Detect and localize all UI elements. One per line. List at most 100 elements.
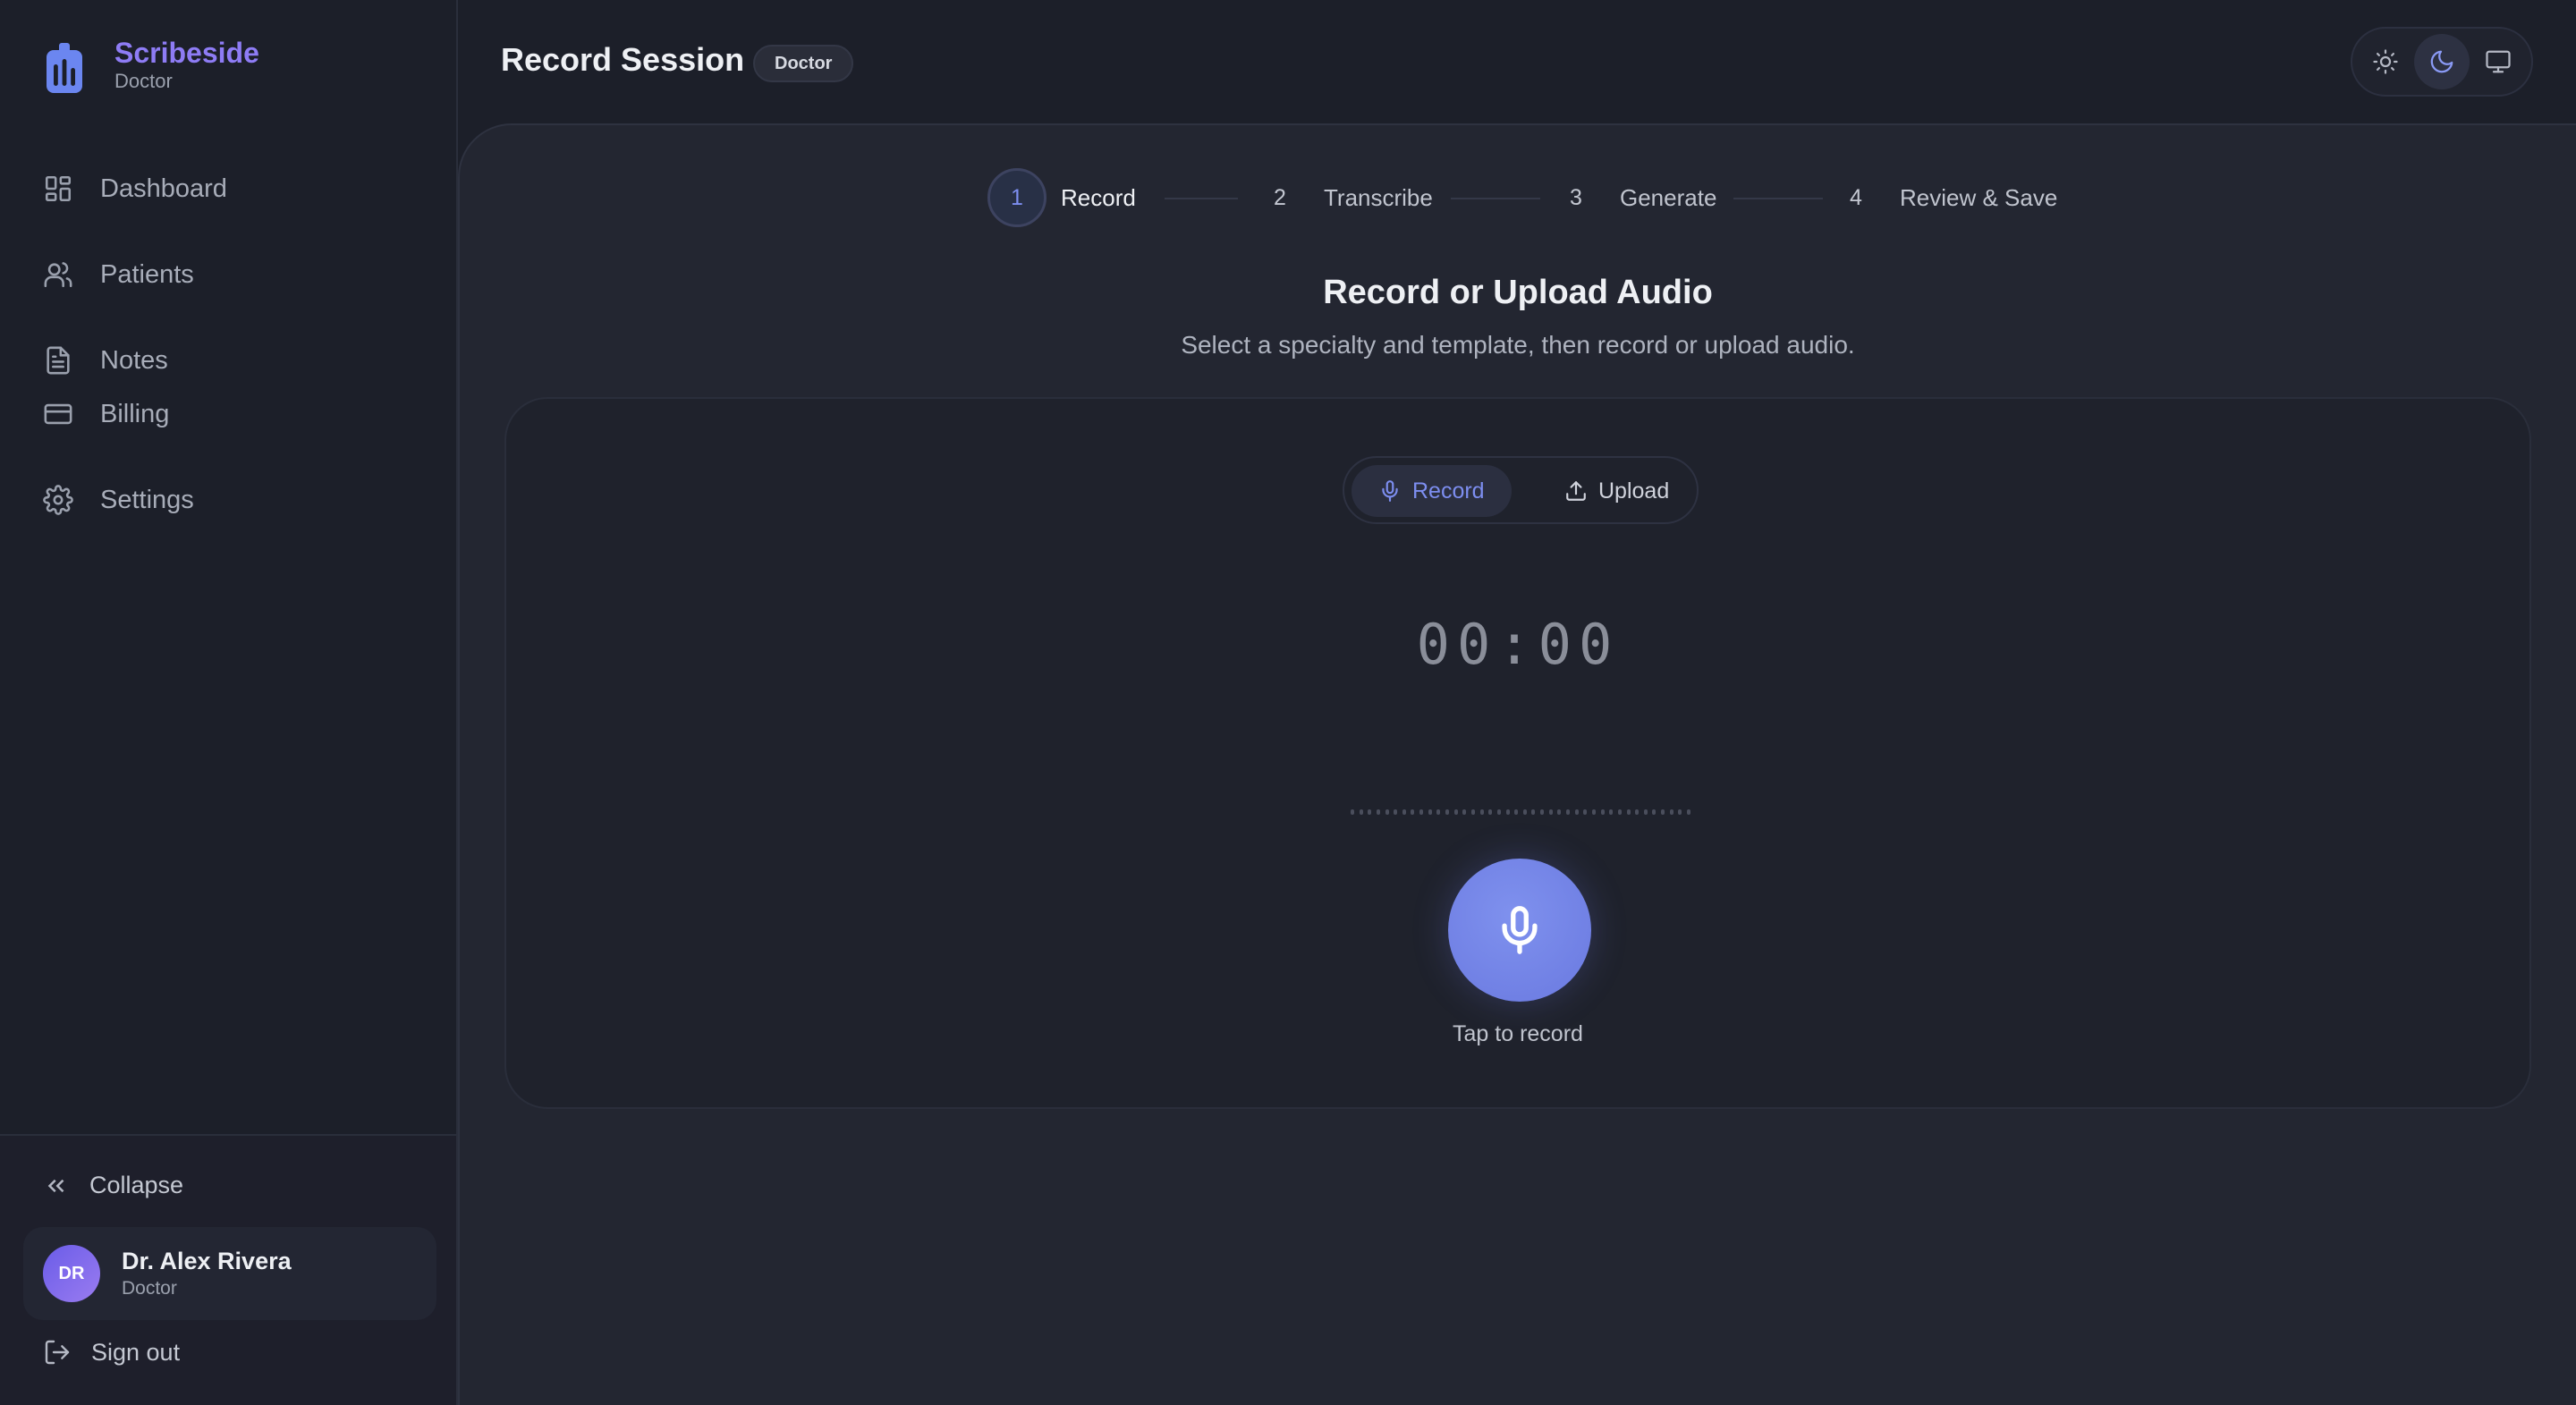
waveform-bar [1540, 809, 1545, 815]
user-name: Dr. Alex Rivera [122, 1248, 292, 1274]
theme-switcher [2351, 27, 2533, 97]
waveform-bar [1626, 809, 1631, 815]
step-connector [1165, 198, 1238, 199]
sidebar-item-label: Billing [100, 399, 170, 428]
waveform-bar [1436, 809, 1441, 815]
waveform-bar [1445, 809, 1450, 815]
mode-upload-button[interactable]: Upload [1545, 465, 1689, 517]
waveform-bar [1505, 809, 1510, 815]
mode-record-label: Record [1412, 478, 1485, 504]
sidebar-item-patients[interactable]: Patients [43, 252, 194, 297]
waveform-bar [1686, 809, 1690, 815]
step-label: Review & Save [1900, 183, 2058, 211]
waveform-bar [1479, 809, 1484, 815]
waveform-bar [1462, 809, 1467, 815]
waveform-bar [1600, 809, 1605, 815]
sidebar-item-label: Patients [100, 259, 194, 289]
waveform-bar [1394, 809, 1398, 815]
waveform-bar [1661, 809, 1665, 815]
user-card[interactable]: DR Dr. Alex Rivera Doctor [23, 1227, 436, 1320]
step-label: Generate [1620, 183, 1717, 211]
step-record[interactable]: 1 Record [987, 168, 1136, 227]
waveform-bar [1609, 809, 1614, 815]
mode-record-button[interactable]: Record [1352, 465, 1512, 517]
users-icon [44, 262, 72, 288]
upload-icon [1566, 481, 1586, 501]
waveform-bar [1402, 809, 1406, 815]
waveform-bar [1351, 809, 1354, 815]
mode-toggle: Record Upload [1343, 456, 1699, 524]
avatar: DR [43, 1245, 100, 1302]
step-generate[interactable]: 3 Generate [1546, 168, 1716, 227]
waveform-bar [1574, 809, 1579, 815]
theme-light-button[interactable] [2358, 34, 2413, 89]
sidebar-item-label: Notes [100, 345, 168, 375]
waveform-bar [1669, 809, 1674, 815]
step-transcribe[interactable]: 2 Transcribe [1250, 168, 1433, 227]
role-badge: Doctor [753, 45, 854, 82]
waveform-bar [1557, 809, 1562, 815]
waveform [1351, 808, 1690, 816]
section-subtitle: Select a specialty and template, then re… [1181, 331, 1855, 359]
waveform-bar [1566, 809, 1571, 815]
waveform-bar [1419, 809, 1424, 815]
page-title: Record Session [501, 41, 745, 78]
step-label: Transcribe [1324, 183, 1433, 211]
waveform-bar [1359, 809, 1363, 815]
credit-card-icon [44, 403, 72, 425]
sidebar-item-settings[interactable]: Settings [43, 478, 194, 522]
brand-name: Scribeside [114, 37, 259, 69]
sidebar-item-dashboard[interactable]: Dashboard [43, 166, 227, 211]
collapse-label: Collapse [89, 1172, 184, 1198]
step-number: 4 [1850, 184, 1862, 210]
mode-upload-label: Upload [1598, 478, 1670, 504]
recording-timer: 00:00 [1416, 612, 1620, 677]
recorder-card: Record Upload 00:00 Tap to record [504, 397, 2531, 1109]
sidebar-item-label: Dashboard [100, 174, 227, 203]
collapse-button[interactable]: Collapse [43, 1172, 183, 1199]
stepper: 1 Record 2 Transcribe 3 Generate 4 Revie… [460, 125, 2576, 277]
gear-icon [43, 485, 73, 515]
waveform-bar [1385, 809, 1389, 815]
waveform-bar [1470, 809, 1475, 815]
record-button[interactable] [1448, 859, 1591, 1002]
monitor-icon [2486, 50, 2511, 73]
sidebar-footer: Collapse DR Dr. Alex Rivera Doctor Sign … [0, 1134, 456, 1405]
waveform-bar [1643, 809, 1648, 815]
section-title: Record or Upload Audio [1323, 274, 1713, 311]
waveform-bar [1368, 809, 1372, 815]
sidebar-item-billing[interactable]: Billing [43, 392, 169, 436]
theme-system-button[interactable] [2470, 34, 2526, 89]
waveform-bar [1514, 809, 1519, 815]
file-text-icon [47, 346, 70, 375]
waveform-bar [1453, 809, 1458, 815]
waveform-bar [1496, 809, 1501, 815]
waveform-bar [1617, 809, 1622, 815]
logo-icon [47, 43, 82, 93]
sidebar-item-label: Settings [100, 485, 194, 514]
waveform-bar [1635, 809, 1640, 815]
mic-icon [1502, 906, 1538, 954]
mic-icon [1382, 480, 1398, 502]
step-review-save[interactable]: 4 Review & Save [1826, 168, 2057, 227]
app: Scribeside Doctor Dashboard Patients Not… [0, 0, 2576, 1405]
sidebar-item-notes[interactable]: Notes [43, 338, 168, 383]
sidebar: Scribeside Doctor Dashboard Patients Not… [0, 0, 458, 1405]
waveform-bar [1411, 809, 1415, 815]
waveform-bar [1583, 809, 1588, 815]
brand-role: Doctor [114, 70, 173, 92]
sign-out-button[interactable]: Sign out [43, 1338, 180, 1367]
step-number: 3 [1570, 184, 1582, 210]
chevrons-left-icon [47, 1179, 64, 1192]
step-number: 2 [1274, 184, 1286, 210]
waveform-bar [1376, 809, 1380, 815]
brand[interactable]: Scribeside Doctor [43, 36, 259, 95]
waveform-bar [1591, 809, 1596, 815]
waveform-bar [1428, 809, 1432, 815]
sun-icon [2373, 49, 2398, 74]
main-panel: 1 Record 2 Transcribe 3 Generate 4 Revie… [458, 123, 2576, 1405]
theme-dark-button[interactable] [2413, 34, 2470, 89]
dashboard-icon [45, 175, 72, 202]
waveform-bar [1522, 809, 1527, 815]
waveform-bar [1678, 809, 1682, 815]
